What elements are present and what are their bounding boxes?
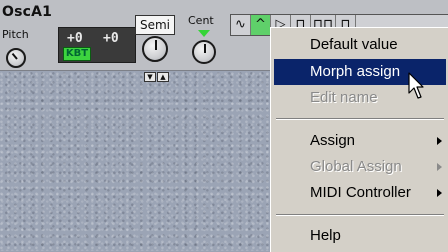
menu-item-label: MIDI Controller [310,184,411,201]
menu-item-midi-controller[interactable]: MIDI Controller [274,180,446,206]
waveform-sine-button[interactable]: ∿ [231,15,251,35]
menu-item-label: Help [310,227,341,244]
context-menu: Default value Morph assign Edit name Ass… [270,27,448,252]
pitch-display-left-value: +0 [67,31,83,46]
semi-knob[interactable] [142,36,168,62]
mouse-pointer-icon [408,72,424,99]
cent-center-indicator-icon [198,30,210,37]
pitch-display-right-value: +0 [103,31,119,46]
submenu-arrow-icon [437,137,442,145]
menu-item-assign[interactable]: Assign [274,128,446,154]
kbt-button[interactable]: KBT [63,47,91,61]
menu-separator [276,118,444,120]
semi-button[interactable]: Semi [135,15,175,35]
submenu-arrow-icon [437,163,442,171]
semi-up-arrow-icon[interactable]: ▲ [157,72,169,82]
waveform-triangle-button[interactable]: ^ [251,15,271,35]
menu-item-label: Global Assign [310,158,402,175]
menu-separator [276,214,444,216]
module-title: OscA1 [2,4,53,20]
menu-item-help[interactable]: Help [274,223,446,249]
pitch-knob[interactable] [6,48,26,68]
menu-item-default-value[interactable]: Default value [274,32,446,58]
pitch-display: +0 +0 KBT [58,27,136,63]
pitch-label: Pitch [2,28,29,41]
submenu-arrow-icon [437,189,442,197]
menu-item-label: Assign [310,132,356,149]
semi-knob-pointer [155,40,157,50]
menu-item-label: Morph assign [310,63,401,80]
cent-knob-pointer [204,44,206,53]
pitch-knob-pointer [11,52,18,60]
cent-label: Cent [188,14,214,27]
cent-knob[interactable] [192,40,216,64]
menu-item-label: Default value [310,36,398,53]
menu-item-label: Edit name [310,89,378,106]
menu-item-global-assign: Global Assign [274,154,446,180]
semi-stepper[interactable]: ▼ ▲ [144,64,170,83]
semi-down-arrow-icon[interactable]: ▼ [144,72,156,82]
